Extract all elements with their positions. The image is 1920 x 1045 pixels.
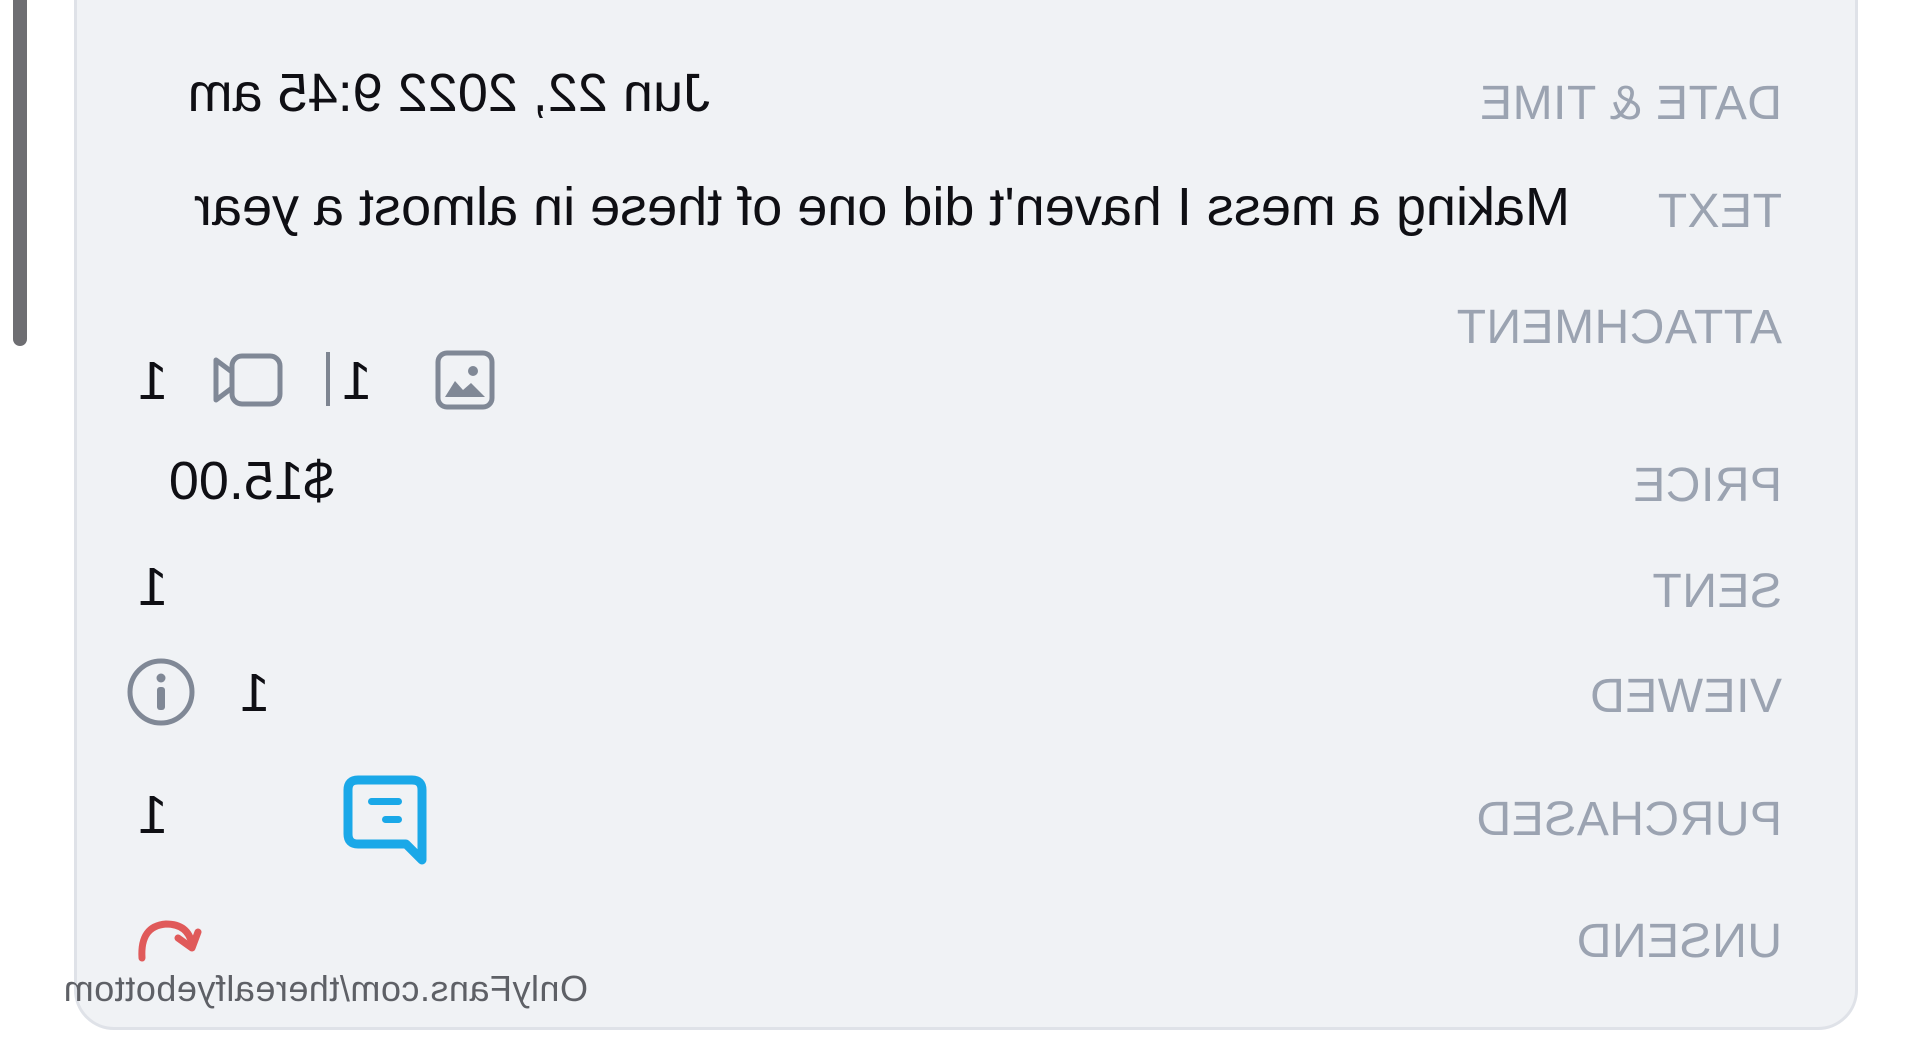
- details-content: DATE & TIME Jun 22, 2022 9:45 am TEXT Ma…: [0, 0, 1920, 1045]
- sent-label: SENT: [1651, 565, 1782, 618]
- video-count: 1: [137, 351, 168, 411]
- attachment-divider: [326, 352, 330, 406]
- text-label: TEXT: [1657, 185, 1782, 238]
- message-text-value: Making a mess I haven't did one of these…: [193, 177, 1570, 237]
- viewed-value: 1: [239, 663, 270, 723]
- watermark: OnlyFans.com/therealfyebottom: [63, 968, 588, 1009]
- purchased-label: PURCHASED: [1476, 793, 1782, 846]
- purchased-value: 1: [137, 785, 168, 845]
- photo-count: 1: [341, 351, 372, 411]
- unsend-label: UNSEND: [1576, 915, 1782, 968]
- price-label: PRICE: [1632, 459, 1782, 512]
- video-camera-icon: [212, 352, 284, 413]
- date-time-value: Jun 22, 2022 9:45 am: [187, 63, 710, 123]
- undo-arrow-icon[interactable]: [130, 914, 202, 975]
- sent-value: 1: [137, 557, 168, 617]
- attachment-label: ATTACHMENT: [1456, 301, 1782, 354]
- info-icon[interactable]: [125, 656, 197, 733]
- viewed-label: VIEWED: [1589, 670, 1782, 723]
- image-icon: [435, 350, 495, 415]
- date-time-label: DATE & TIME: [1479, 77, 1782, 130]
- price-value: $15.00: [168, 451, 334, 511]
- chat-bubble-icon[interactable]: [340, 772, 430, 873]
